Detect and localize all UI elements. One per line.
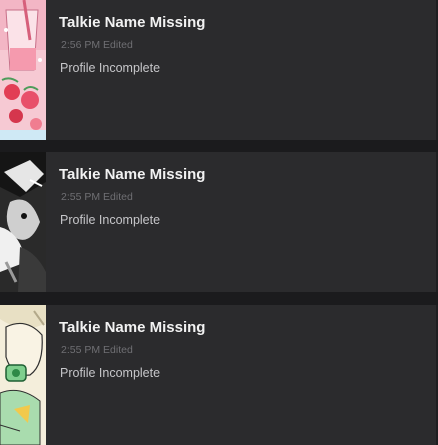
talkie-timestamp: 2:55 PM Edited — [61, 191, 133, 203]
talkie-card[interactable]: Talkie Name Missing 2:56 PM Edited Profi… — [0, 0, 438, 140]
talkie-thumbnail[interactable] — [0, 152, 46, 292]
talkie-card[interactable]: Talkie Name Missing 2:55 PM Edited Profi… — [0, 305, 438, 445]
monochrome-character-icon — [0, 152, 46, 292]
talkie-timestamp: 2:55 PM Edited — [61, 344, 133, 356]
talkie-info: Talkie Name Missing 2:55 PM Edited Profi… — [58, 152, 438, 292]
talkie-timestamp: 2:56 PM Edited — [61, 39, 133, 51]
talkie-status: Profile Incomplete — [60, 61, 161, 75]
talkie-list: Talkie Name Missing 2:56 PM Edited Profi… — [0, 0, 438, 445]
green-character-icon — [0, 305, 46, 445]
talkie-card[interactable]: Talkie Name Missing 2:55 PM Edited Profi… — [0, 152, 438, 292]
talkie-thumbnail[interactable] — [0, 0, 46, 140]
talkie-name: Talkie Name Missing — [59, 319, 206, 336]
talkie-status: Profile Incomplete — [60, 213, 161, 227]
talkie-name: Talkie Name Missing — [59, 14, 206, 31]
talkie-thumbnail[interactable] — [0, 305, 46, 445]
talkie-info: Talkie Name Missing 2:55 PM Edited Profi… — [58, 305, 438, 445]
talkie-name: Talkie Name Missing — [59, 166, 206, 183]
strawberry-drink-icon — [0, 0, 46, 140]
talkie-status: Profile Incomplete — [60, 366, 161, 380]
talkie-info: Talkie Name Missing 2:56 PM Edited Profi… — [58, 0, 438, 140]
